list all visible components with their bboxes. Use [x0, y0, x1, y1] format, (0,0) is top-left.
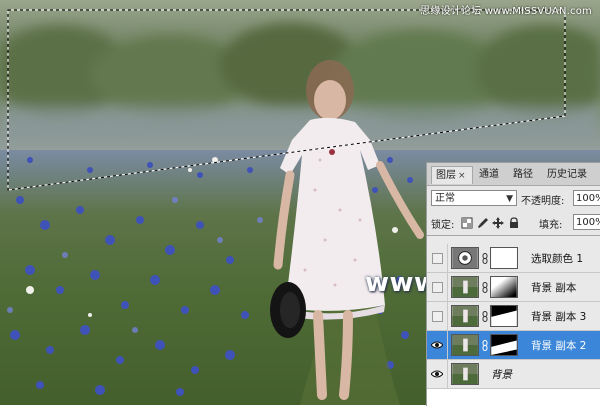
visibility-toggle[interactable] — [427, 360, 448, 388]
layer-mask-thumbnail[interactable] — [490, 247, 518, 269]
fill-input[interactable]: 100% — [573, 214, 600, 230]
chain-link-icon[interactable] — [482, 311, 488, 322]
visibility-off-box — [432, 253, 443, 264]
layer-mask-thumbnail[interactable] — [490, 334, 518, 356]
layer-thumbnail — [451, 334, 479, 356]
tab-layers[interactable]: 图层 × — [431, 166, 473, 184]
layer-thumbnail — [451, 305, 479, 327]
fill-label: 填充: — [539, 220, 563, 231]
layer-list: 选取颜色 1 背景 副本 背景 副本 3 背景 副本 2 背景 — [427, 235, 600, 407]
blend-mode-value: 正常 — [435, 193, 455, 204]
layer-name[interactable]: 选取颜色 1 — [531, 251, 583, 266]
tab-paths[interactable]: 路径 — [509, 166, 541, 184]
visibility-toggle[interactable] — [427, 331, 448, 359]
blend-mode-select[interactable]: 正常 ▼ — [431, 190, 517, 206]
layers-panel: 图层× 通道 路径 历史记录 正常 ▼ 不透明度: 100% 锁定: — [426, 162, 600, 407]
eye-icon — [431, 370, 443, 378]
layer-name[interactable]: 背景 — [491, 367, 512, 382]
visibility-toggle[interactable] — [427, 273, 448, 301]
tab-history[interactable]: 历史记录 — [543, 166, 600, 184]
opacity-input[interactable]: 100% — [573, 190, 600, 206]
move-icon[interactable] — [492, 217, 504, 229]
layer-row-bg-copy-3[interactable]: 背景 副本 3 — [427, 302, 600, 331]
eye-icon — [431, 341, 443, 349]
layer-row-bg-copy[interactable]: 背景 副本 — [427, 273, 600, 302]
black-hat — [270, 282, 306, 338]
adjustment-layer-icon — [451, 247, 479, 269]
tab-channels[interactable]: 通道 — [475, 166, 507, 184]
layer-row-selective-color[interactable]: 选取颜色 1 — [427, 244, 600, 273]
chevron-down-icon: ▼ — [506, 194, 513, 204]
brush-icon[interactable] — [477, 217, 489, 229]
visibility-off-box — [432, 282, 443, 293]
layer-row-background[interactable]: 背景 — [427, 360, 600, 389]
lock-row: 锁定: 填充: 100% — [427, 213, 600, 235]
visibility-toggle[interactable] — [427, 302, 448, 330]
tab-layers-label: 图层 — [436, 170, 456, 181]
opacity-label: 不透明度: — [521, 196, 565, 207]
visibility-toggle[interactable] — [427, 244, 448, 272]
layer-name[interactable]: 背景 副本 2 — [531, 338, 586, 353]
lock-icon[interactable] — [508, 217, 520, 229]
layer-mask-thumbnail[interactable] — [490, 276, 518, 298]
layer-row-bg-copy-2[interactable]: 背景 副本 2 — [427, 331, 600, 360]
chain-link-icon[interactable] — [482, 340, 488, 351]
close-icon[interactable]: × — [458, 171, 466, 181]
chain-link-icon[interactable] — [482, 282, 488, 293]
layer-name[interactable]: 背景 副本 3 — [531, 309, 586, 324]
visibility-off-box — [432, 311, 443, 322]
lock-label: 锁定: — [431, 220, 455, 231]
lock-transparency-icon[interactable] — [461, 217, 473, 229]
site-watermark: 思缘设计论坛 www.MISSVUAN.com — [420, 6, 592, 17]
layer-thumbnail — [451, 363, 479, 385]
panel-tabbar: 图层 × 通道 路径 历史记录 — [427, 163, 600, 186]
blend-row: 正常 ▼ 不透明度: 100% — [427, 189, 600, 211]
layer-mask-thumbnail[interactable] — [490, 305, 518, 327]
layer-name[interactable]: 背景 副本 — [531, 280, 576, 295]
chain-link-icon[interactable] — [482, 253, 488, 264]
lock-icons — [459, 215, 523, 231]
layer-thumbnail — [451, 276, 479, 298]
